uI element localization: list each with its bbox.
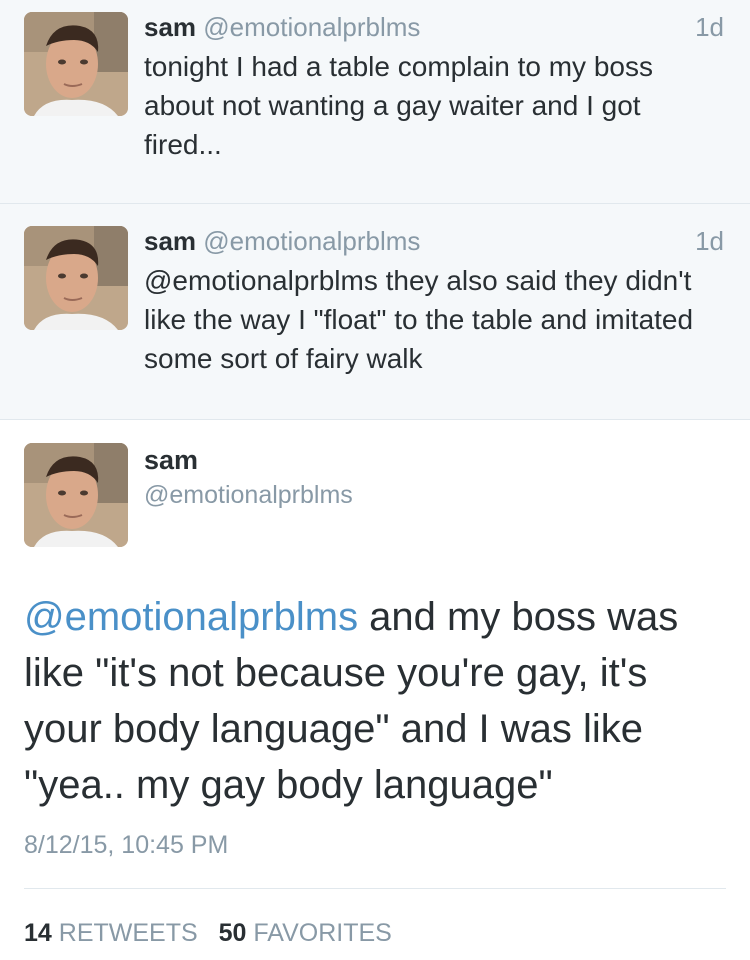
user-handle[interactable]: @emotionalprblms bbox=[203, 226, 420, 256]
user-name[interactable]: sam bbox=[144, 445, 198, 476]
tweet-text: @emotionalprblms they also said they did… bbox=[144, 265, 694, 374]
user-handle[interactable]: @emotionalprblms bbox=[203, 12, 420, 42]
tweet-header: sam @emotionalprblms 1d bbox=[144, 10, 724, 44]
tweet-timestamp: 8/12/15, 10:45 PM bbox=[24, 831, 229, 859]
retweets-count: 14 bbox=[24, 919, 52, 947]
tweet-item[interactable]: sam @emotionalprblms 1d @emotionalprblms… bbox=[0, 204, 750, 420]
tweet-header: sam @emotionalprblms 1d bbox=[144, 224, 724, 258]
tweet-time: 1d bbox=[695, 12, 724, 42]
divider bbox=[24, 888, 726, 889]
tweet-detail: sam @emotionalprblms @emotionalprblms an… bbox=[0, 421, 750, 960]
tweet-text: @emotionalprblms and my boss was like "i… bbox=[24, 589, 724, 813]
favorites-stat[interactable]: 50 FAVORITES bbox=[219, 919, 406, 947]
tweet-text: tonight I had a table complain to my bos… bbox=[144, 51, 653, 160]
avatar[interactable] bbox=[24, 226, 128, 330]
user-name[interactable]: sam bbox=[144, 226, 196, 256]
mention-link[interactable]: @emotionalprblms bbox=[24, 595, 358, 639]
favorites-count: 50 bbox=[218, 919, 247, 947]
tweet-stats: 14 RETWEETS 50 FAVORITES bbox=[24, 919, 406, 948]
avatar[interactable] bbox=[24, 443, 128, 547]
retweets-label: RETWEETS bbox=[58, 919, 198, 947]
tweet-item[interactable]: sam @emotionalprblms 1d tonight I had a … bbox=[0, 0, 750, 204]
retweets-stat[interactable]: 14 RETWEETS bbox=[24, 919, 219, 947]
tweet-time: 1d bbox=[695, 226, 724, 256]
favorites-label: FAVORITES bbox=[253, 919, 392, 947]
user-name[interactable]: sam bbox=[144, 12, 196, 42]
avatar[interactable] bbox=[24, 12, 128, 116]
user-handle[interactable]: @emotionalprblms bbox=[144, 481, 353, 510]
